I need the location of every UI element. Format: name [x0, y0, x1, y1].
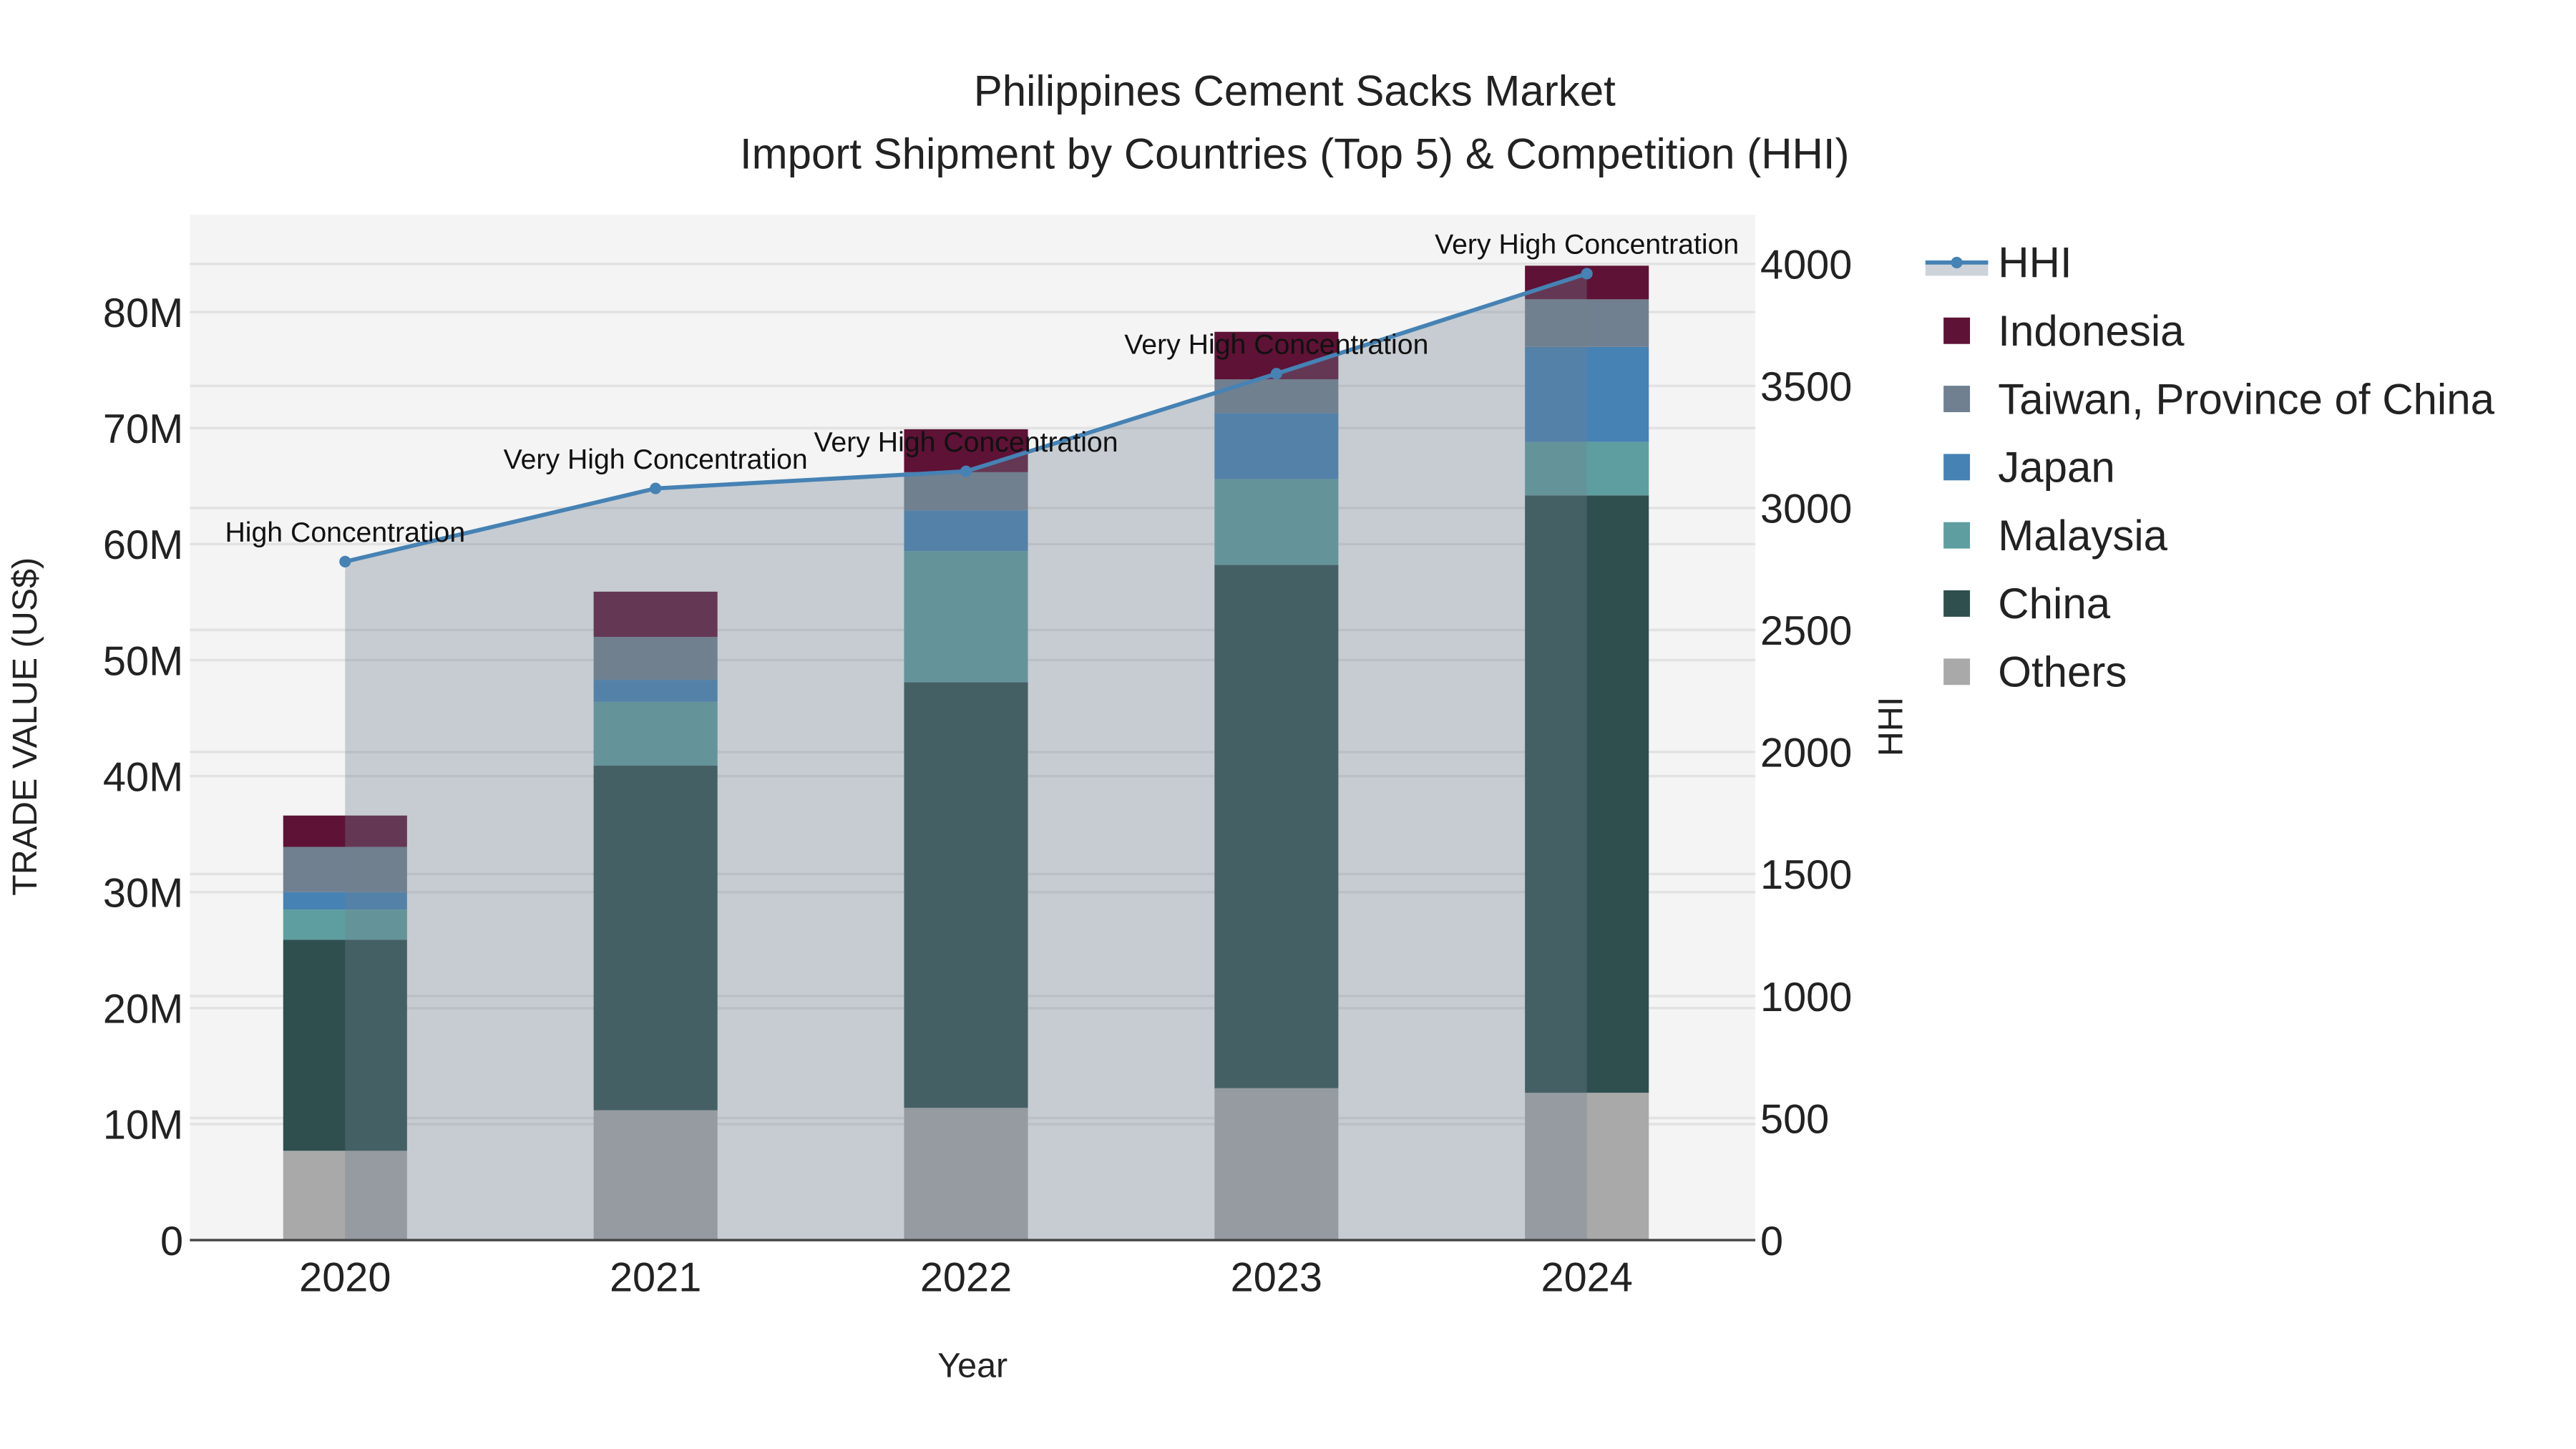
legend-swatch: [1943, 317, 1971, 344]
x-tick-label: 2020: [299, 1255, 391, 1301]
x-tick-label: 2022: [920, 1255, 1012, 1301]
legend-label: Indonesia: [1998, 307, 2185, 355]
y2-tick-label: 0: [1760, 1219, 1783, 1264]
y-axis-title: TRADE VALUE (US$): [6, 557, 44, 896]
legend-swatch: [1943, 658, 1971, 686]
x-tick-label: 2023: [1231, 1255, 1322, 1301]
y2-tick-label: 2500: [1760, 608, 1852, 654]
y2-tick-label: 4000: [1760, 243, 1852, 288]
chart: Philippines Cement Sacks Market Import S…: [6, 67, 2495, 1385]
hhi-annotation: Very High Concentration: [1435, 229, 1739, 260]
hhi-annotation: Very High Concentration: [814, 426, 1118, 458]
legend-swatch: [1943, 522, 1971, 549]
y2-tick-label: 3500: [1760, 364, 1852, 410]
y-tick-label: 70M: [103, 406, 183, 452]
hhi-annotation: High Concentration: [225, 517, 465, 548]
legend-label: Taiwan, Province of China: [1998, 375, 2494, 423]
hhi-point: [1581, 268, 1593, 280]
legend-swatch: [1943, 386, 1971, 412]
y2-tick-label: 1500: [1760, 852, 1852, 898]
x-tick-label: 2021: [610, 1255, 701, 1301]
y-tick-label: 30M: [103, 871, 183, 917]
y-tick-label: 20M: [103, 987, 183, 1033]
x-axis-title: Year: [937, 1347, 1008, 1385]
y2-tick-label: 2000: [1760, 731, 1852, 776]
hhi-point: [1270, 368, 1282, 380]
hhi-point: [960, 465, 972, 477]
chart-title: Philippines Cement Sacks Market: [974, 67, 1616, 115]
y-tick-label: 10M: [103, 1103, 183, 1148]
y2-tick-label: 3000: [1760, 487, 1852, 532]
legend-label: China: [1998, 580, 2110, 628]
y-tick-label: 60M: [103, 522, 183, 568]
hhi-annotation: Very High Concentration: [504, 444, 808, 475]
y2-tick-label: 1000: [1760, 975, 1852, 1020]
legend-label: Japan: [1998, 444, 2114, 492]
hhi-point: [650, 482, 662, 494]
y2-axis-title: HHI: [1871, 697, 1910, 756]
chart-subtitle: Import Shipment by Countries (Top 5) & C…: [740, 130, 1850, 177]
legend-swatch: [1943, 590, 1971, 617]
legend-swatch: [1943, 454, 1971, 481]
y-tick-label: 80M: [103, 291, 183, 336]
y-tick-label: 50M: [103, 638, 183, 684]
hhi-point: [339, 555, 351, 567]
x-tick-label: 2024: [1541, 1255, 1633, 1301]
hhi-annotation: Very High Concentration: [1124, 329, 1428, 361]
y-tick-label: 40M: [103, 754, 183, 800]
legend-swatch-hhi-marker: [1951, 256, 1963, 268]
legend-label: Others: [1998, 648, 2127, 696]
y2-tick-label: 500: [1760, 1096, 1829, 1142]
legend-label: HHI: [1998, 239, 2072, 287]
legend: HHI Indonesia Taiwan, Province of China Jap…: [1925, 239, 2495, 696]
y-tick-label: 0: [160, 1219, 183, 1264]
legend-label: Malaysia: [1998, 512, 2167, 560]
